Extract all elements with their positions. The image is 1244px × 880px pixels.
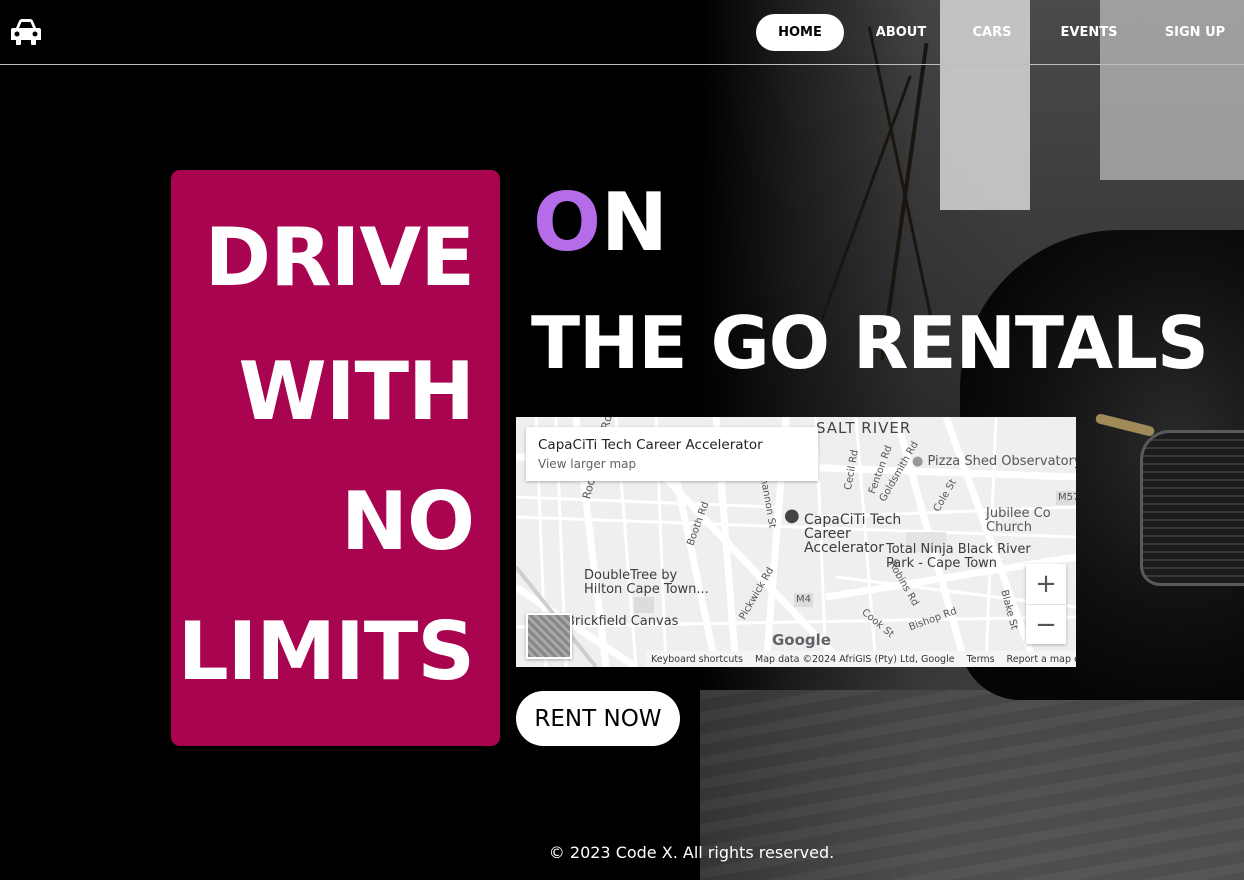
slogan-box: DRIVE WITH NO LIMITS bbox=[171, 170, 500, 746]
map-poi-label[interactable]: Total Ninja Black River Park - Cape Town bbox=[886, 543, 1036, 571]
map-place-name: CapaCiTi Tech Career Accelerator bbox=[538, 437, 763, 453]
tree-branch bbox=[820, 75, 912, 321]
map-poi-text: Pizza Shed Observatory bbox=[927, 454, 1076, 469]
hero-heading-rest: N bbox=[601, 176, 668, 269]
map-poi-text: Jubilee Co Church bbox=[986, 506, 1051, 535]
hero-heading: ON bbox=[533, 178, 668, 268]
map-road-label: M57 bbox=[1056, 491, 1076, 505]
map-place-card: CapaCiTi Tech Career Accelerator View la… bbox=[526, 427, 818, 481]
nav-events[interactable]: EVENTS bbox=[1057, 14, 1121, 51]
map-road-label: M4 bbox=[794, 593, 813, 607]
slogan-line: NO bbox=[341, 475, 475, 568]
map-poi-text: Total Ninja Black River Park - Cape Town bbox=[886, 542, 1031, 571]
main-nav: HOME ABOUT CARS EVENTS SIGN UP bbox=[756, 14, 1244, 51]
car-icon[interactable] bbox=[10, 18, 42, 46]
view-larger-map-link[interactable]: View larger map bbox=[538, 457, 636, 471]
google-logo: Google bbox=[772, 631, 831, 649]
hero-tagline: THE GO RENTALS bbox=[531, 301, 1209, 385]
zoom-in-button[interactable]: + bbox=[1026, 564, 1066, 604]
satellite-toggle[interactable] bbox=[526, 613, 572, 659]
nav-sign-up[interactable]: SIGN UP bbox=[1158, 14, 1232, 51]
nav-home[interactable]: HOME bbox=[756, 14, 844, 51]
map-data-attribution: Map data ©2024 AfriGIS (Pty) Ltd, Google bbox=[755, 653, 955, 665]
map-poi-label[interactable]: ● Pizza Shed Observatory bbox=[912, 455, 1076, 469]
map-poi-text: DoubleTree by Hilton Cape Town... bbox=[584, 568, 709, 597]
keyboard-shortcuts-link[interactable]: Keyboard shortcuts bbox=[651, 654, 743, 665]
map-zoom-control: + − bbox=[1026, 564, 1066, 644]
terms-link[interactable]: Terms bbox=[967, 654, 995, 665]
slogan-line: WITH bbox=[238, 345, 475, 438]
zoom-out-button[interactable]: − bbox=[1026, 604, 1066, 645]
nav-cars[interactable]: CARS bbox=[967, 14, 1017, 51]
map-poi-text: Brickfield Canvas bbox=[566, 614, 679, 629]
map-attribution: Keyboard shortcuts Map data ©2024 AfriGI… bbox=[646, 651, 1076, 667]
nav-about[interactable]: ABOUT bbox=[867, 14, 935, 51]
footer-copyright: © 2023 Code X. All rights reserved. bbox=[548, 843, 835, 862]
map-poi-label[interactable]: Jubilee Co Church bbox=[986, 507, 1076, 535]
map-poi-label[interactable]: DoubleTree by Hilton Cape Town... bbox=[584, 569, 714, 597]
map-area-label: SALT RIVER bbox=[816, 419, 912, 437]
car-grille bbox=[1140, 430, 1244, 586]
rent-now-button[interactable]: RENT NOW bbox=[516, 691, 680, 746]
map-poi-label[interactable]: Brickfield Canvas bbox=[566, 615, 678, 629]
hero-heading-accent-letter: O bbox=[533, 176, 602, 269]
slogan-line: LIMITS bbox=[177, 605, 475, 698]
site-header: HOME ABOUT CARS EVENTS SIGN UP bbox=[0, 0, 1244, 65]
slogan-line: DRIVE bbox=[204, 211, 475, 304]
report-map-error-link[interactable]: Report a map error bbox=[1007, 654, 1076, 665]
embedded-map[interactable]: SALT RIVER ● Pizza Shed Observatory ● Cap… bbox=[516, 417, 1076, 667]
